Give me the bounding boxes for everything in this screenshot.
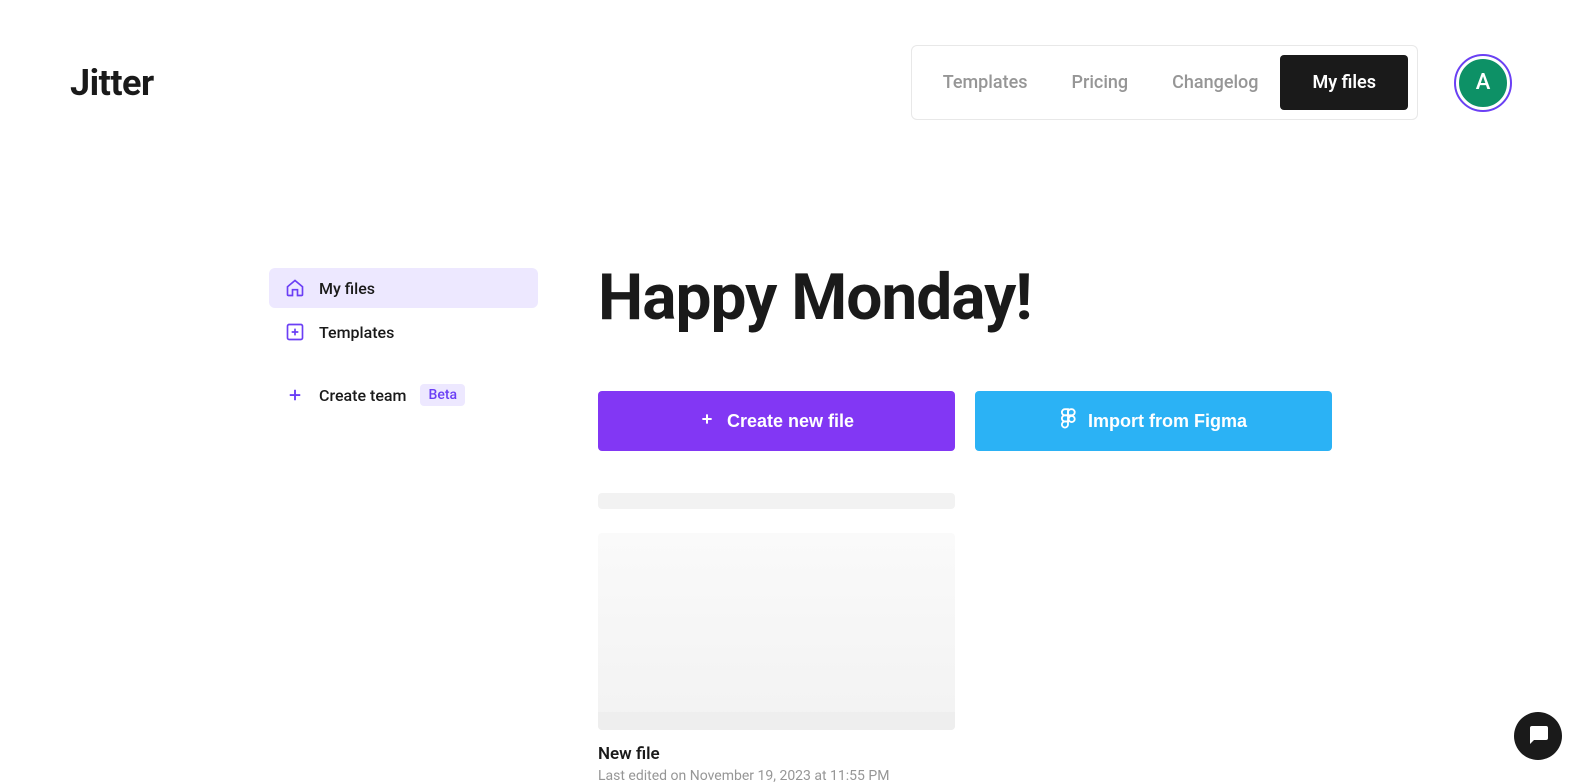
file-card[interactable]: New file Last edited on November 19, 202… [598,533,955,784]
avatar[interactable]: A [1454,54,1512,112]
nav-my-files[interactable]: My files [1280,55,1408,110]
sidebar: My files Templates Create team Beta [269,268,538,784]
nav-changelog[interactable]: Changelog [1150,60,1280,105]
sidebar-templates[interactable]: Templates [269,312,538,352]
plus-icon [699,411,715,432]
create-team-label: Create team [319,386,406,405]
file-header-placeholder [598,493,955,509]
create-team-button[interactable]: Create team Beta [269,374,538,416]
home-icon [285,278,305,298]
file-meta: Last edited on November 19, 2023 at 11:5… [598,768,955,784]
nav-container: Templates Pricing Changelog My files [911,45,1418,120]
plus-icon [285,385,305,405]
sidebar-item-label: My files [319,279,375,298]
file-thumbnail[interactable] [598,533,955,730]
import-from-figma-button[interactable]: Import from Figma [975,391,1332,451]
template-plus-icon [285,322,305,342]
file-name: New file [598,744,955,764]
main: Happy Monday! Create new file [598,268,1582,784]
chat-widget-button[interactable] [1514,712,1562,760]
import-button-label: Import from Figma [1088,411,1247,432]
chat-icon [1526,722,1550,750]
nav-templates[interactable]: Templates [921,60,1050,105]
logo[interactable]: Jitter [70,62,154,104]
actions: Create new file Import from Figma [598,391,1582,451]
file-grid: New file Last edited on November 19, 202… [598,493,1582,784]
nav-pricing[interactable]: Pricing [1049,60,1150,105]
header-right: Templates Pricing Changelog My files A [911,45,1512,120]
greeting-title: Happy Monday! [598,260,1582,335]
sidebar-item-label: Templates [319,323,394,342]
sidebar-my-files[interactable]: My files [269,268,538,308]
header: Jitter Templates Pricing Changelog My fi… [0,0,1582,120]
beta-badge: Beta [420,384,465,406]
figma-icon [1060,408,1076,435]
create-new-file-button[interactable]: Create new file [598,391,955,451]
create-button-label: Create new file [727,411,854,432]
content: My files Templates Create team Beta Happ… [0,120,1582,784]
